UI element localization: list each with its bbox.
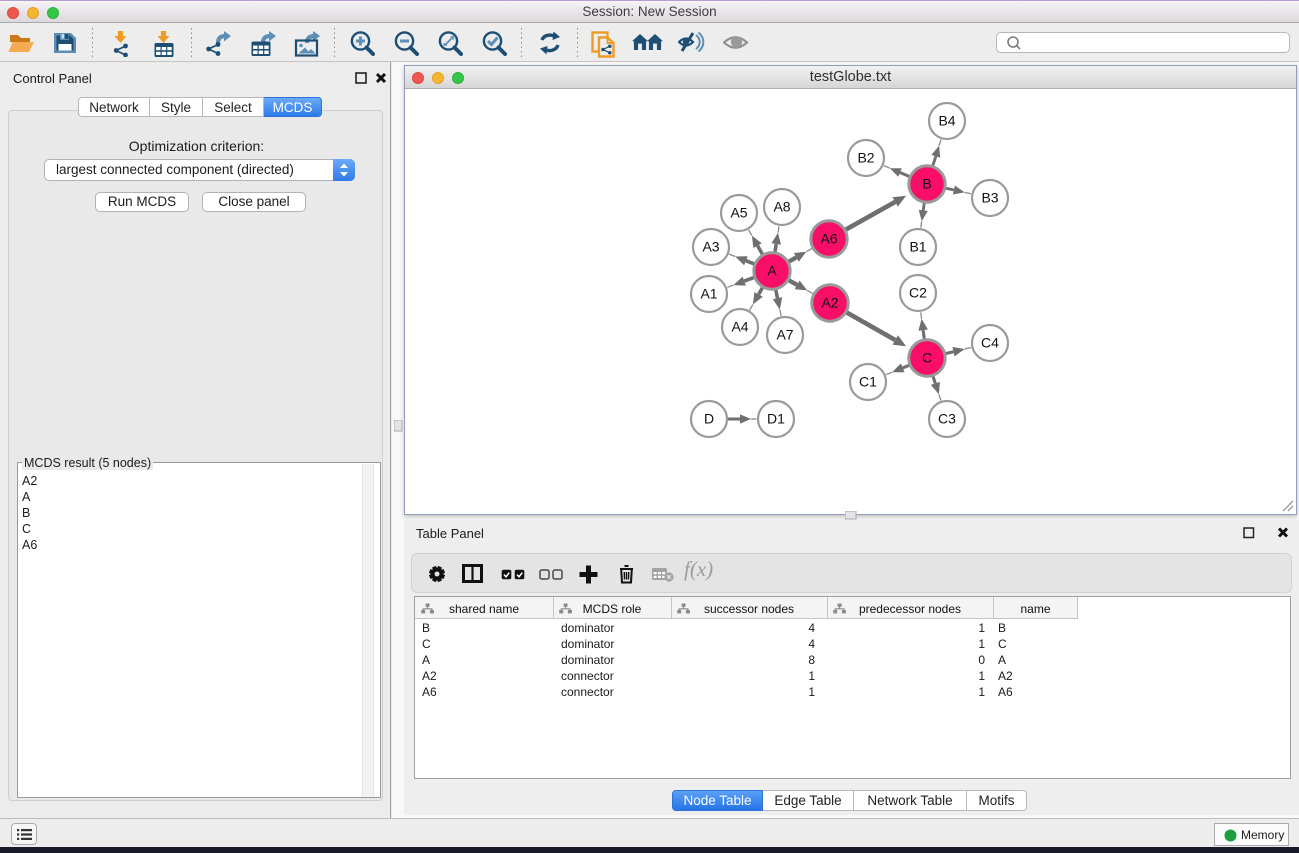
svg-text:B1: B1 xyxy=(909,239,926,255)
svg-text:C2: C2 xyxy=(909,285,927,301)
svg-text:C4: C4 xyxy=(981,335,999,351)
svg-text:B2: B2 xyxy=(857,150,874,166)
svg-text:C1: C1 xyxy=(859,374,877,390)
svg-text:C: C xyxy=(922,350,932,366)
svg-text:B: B xyxy=(922,176,931,192)
svg-text:A7: A7 xyxy=(776,327,793,343)
svg-text:C3: C3 xyxy=(938,411,956,427)
svg-text:A5: A5 xyxy=(730,205,747,221)
svg-text:B3: B3 xyxy=(981,190,998,206)
svg-text:A: A xyxy=(767,263,777,279)
svg-text:D: D xyxy=(704,411,714,427)
svg-text:A2: A2 xyxy=(821,295,838,311)
svg-text:A6: A6 xyxy=(820,231,837,247)
svg-text:A3: A3 xyxy=(702,239,719,255)
svg-text:A8: A8 xyxy=(773,199,790,215)
svg-text:A1: A1 xyxy=(700,286,717,302)
svg-text:B4: B4 xyxy=(938,113,955,129)
svg-text:A4: A4 xyxy=(731,319,748,335)
svg-text:D1: D1 xyxy=(767,411,785,427)
